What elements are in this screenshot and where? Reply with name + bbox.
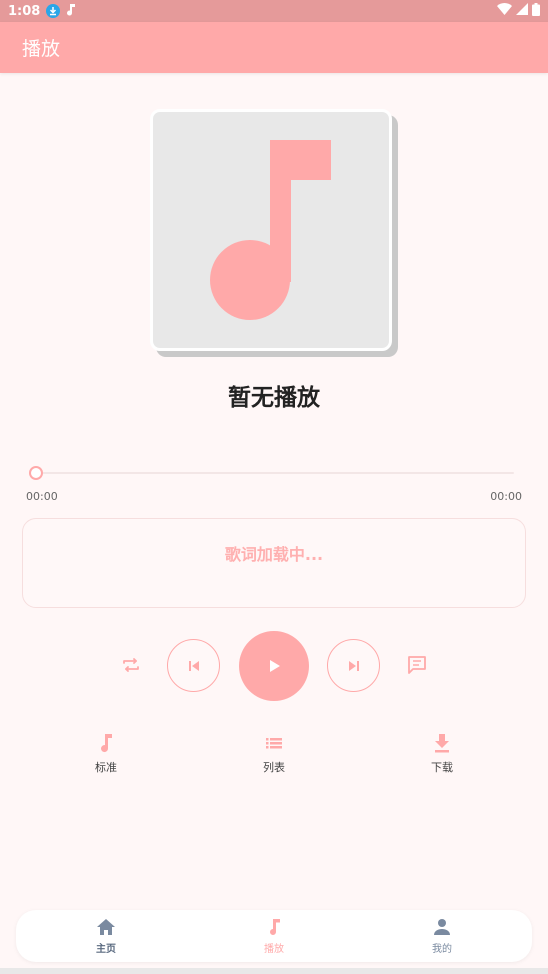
download-icon — [46, 4, 61, 18]
song-title: 暂无播放 — [228, 385, 320, 411]
battery-icon — [532, 2, 540, 20]
system-nav-bar — [0, 968, 548, 974]
music-note-icon — [210, 140, 331, 320]
previous-icon — [188, 660, 199, 671]
repeat-icon — [123, 658, 139, 672]
music-note-icon — [66, 3, 76, 20]
person-icon — [434, 918, 450, 935]
wifi-icon — [497, 3, 512, 19]
lyrics-panel[interactable]: 歌词加载中... — [22, 518, 526, 608]
nav-label-profile: 我的 — [432, 943, 452, 955]
download-button[interactable]: 下载 — [402, 733, 482, 775]
app-bar: 播放 — [0, 22, 548, 73]
repeat-button[interactable] — [118, 652, 144, 678]
home-icon — [97, 918, 115, 935]
list-icon — [266, 738, 282, 749]
play-icon — [270, 660, 280, 672]
playlist-button[interactable]: 列表 — [234, 733, 314, 775]
music-note-icon — [101, 734, 112, 753]
lyrics-placeholder: 歌词加载中... — [224, 545, 324, 564]
progress-thumb[interactable] — [29, 466, 43, 480]
play-button[interactable] — [239, 631, 309, 701]
music-note-icon — [270, 918, 280, 935]
album-cover — [150, 109, 392, 351]
nav-label-play: 播放 — [264, 943, 284, 955]
quality-standard-button[interactable]: 标准 — [66, 733, 146, 775]
lyrics-icon — [408, 656, 426, 674]
next-button[interactable] — [327, 639, 380, 692]
status-time: 1:08 — [8, 3, 41, 19]
status-bar: 1:08 — [0, 0, 548, 22]
download-icon — [435, 734, 449, 753]
nav-label-home: 主页 — [96, 943, 116, 955]
quality-label: 标准 — [95, 761, 117, 774]
nav-item-play[interactable]: 播放 — [214, 910, 334, 962]
total-time: 00:00 — [490, 490, 522, 503]
previous-button[interactable] — [167, 639, 220, 692]
signal-icon — [516, 3, 528, 19]
page-title: 播放 — [22, 38, 61, 60]
bottom-navigation: 主页 播放 我的 — [16, 910, 532, 962]
progress-track[interactable] — [36, 472, 514, 474]
playlist-label: 列表 — [263, 761, 285, 774]
current-time: 00:00 — [26, 490, 58, 503]
download-label: 下载 — [431, 761, 453, 774]
lyrics-button[interactable] — [404, 652, 430, 678]
next-icon — [348, 660, 359, 671]
nav-item-home[interactable]: 主页 — [46, 910, 166, 962]
nav-item-profile[interactable]: 我的 — [382, 910, 502, 962]
